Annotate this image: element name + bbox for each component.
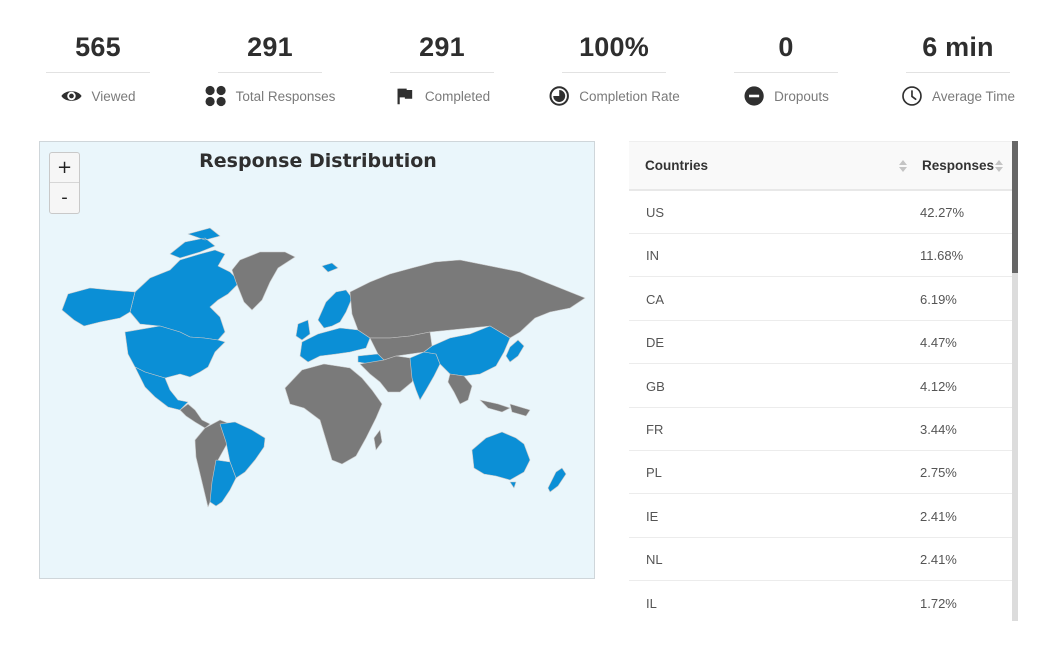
region-iceland[interactable] [321,262,339,273]
responses-cell: 6.19% [920,291,957,307]
table-row[interactable]: CA 6.19% [629,278,1012,321]
responses-cell: 42.27% [920,205,965,220]
zoom-controls: + - [49,152,80,214]
stat-label: Viewed [91,88,136,104]
table-row[interactable]: IN 11.68% [629,234,1012,278]
region-greenland[interactable] [231,251,296,311]
country-cell: NL [646,552,663,568]
stat-divider [734,72,838,73]
responses-cell: 1.72% [920,595,957,611]
stat-value: 0 [778,32,794,62]
region-australia[interactable] [471,431,531,481]
stat-divider [218,72,322,73]
pie-progress-icon [548,85,570,107]
region-tasmania[interactable] [509,481,517,489]
sort-icon[interactable] [899,160,907,172]
stat-value: 565 [75,32,121,62]
region-africa[interactable] [284,363,383,465]
stat-divider [562,72,666,73]
table-row[interactable]: IL 1.72% [629,582,1012,621]
region-madagascar[interactable] [373,429,383,451]
table-row[interactable]: FR 3.44% [629,408,1012,451]
stat-viewed: 565 Viewed [46,28,150,104]
region-canada[interactable] [129,249,241,341]
responses-cell: 11.68% [920,248,964,264]
response-distribution-map[interactable]: Response Distribution + - [39,141,595,579]
country-cell: FR [646,422,664,437]
stat-label: Completion Rate [579,88,680,104]
responses-cell: 2.75% [920,465,957,481]
region-uk-ireland[interactable] [295,319,311,341]
region-new-zealand[interactable] [547,467,567,493]
stat-divider [46,72,150,73]
stat-completion-rate: 100% Completion Rate [549,28,680,106]
table-row[interactable]: IE 2.41% [629,495,1012,538]
stat-value: 291 [247,32,293,62]
minus-circle-icon [743,85,765,107]
table-row[interactable]: PL 2.75% [629,451,1012,495]
stat-value: 291 [419,32,465,62]
countries-table: Countries Responses US 42.27% IN 11.68% CA 6.… [629,141,1018,621]
table-row[interactable]: GB 4.12% [629,365,1012,408]
stat-total-responses: 291 Total Responses [205,28,335,107]
region-southeast-asia[interactable] [447,373,531,417]
column-header-countries[interactable]: Countries [645,142,915,190]
country-cell: IE [646,508,659,524]
stat-label: Total Responses [235,88,336,104]
region-russia[interactable] [349,259,586,339]
zoom-out-button[interactable]: - [50,183,79,213]
region-central-america[interactable] [179,403,211,429]
table-header: Countries Responses [629,141,1012,191]
responses-cell: 2.41% [920,508,957,524]
column-header-responses[interactable]: Responses [922,142,1002,190]
country-cell: PL [646,465,662,481]
grid-dots-icon [205,85,227,107]
country-cell: DE [646,335,665,351]
stat-completed: 291 Completed [390,28,494,105]
stats-bar: 565 Viewed 291 Total Responses 291 Compl… [0,28,1045,118]
stat-divider [390,72,494,73]
table-row[interactable]: NL 2.41% [629,538,1012,582]
region-alaska[interactable] [61,287,136,327]
stat-dropouts: 0 Dropouts [734,28,838,106]
region-scandinavia[interactable] [317,289,353,329]
table-row[interactable]: DE 4.47% [629,321,1012,365]
stat-divider [906,72,1010,73]
country-cell: CA [646,291,665,307]
country-cell: US [646,205,665,220]
table-row[interactable]: US 42.27% [629,191,1012,234]
eye-icon [60,85,82,107]
flag-icon [394,85,416,107]
zoom-in-button[interactable]: + [50,153,79,183]
stat-average-time: 6 min Average Time [902,28,1015,106]
responses-cell: 2.41% [920,552,957,568]
stat-value: 100% [579,32,649,62]
responses-cell: 4.12% [920,378,957,394]
stat-value: 6 min [922,32,994,62]
country-cell: GB [646,378,665,394]
world-map[interactable] [40,142,595,579]
country-cell: IN [646,248,659,264]
sort-icon[interactable] [995,160,1003,172]
region-india[interactable] [409,351,441,401]
scrollbar-thumb[interactable] [1012,141,1018,273]
responses-cell: 4.47% [920,335,957,351]
clock-icon [901,85,923,107]
stat-label: Dropouts [774,88,829,104]
country-cell: IL [646,595,657,611]
region-japan-korea[interactable] [505,339,525,363]
responses-cell: 3.44% [920,422,957,437]
map-title: Response Distribution [199,150,437,172]
stat-label: Average Time [931,88,1016,104]
stat-label: Completed [424,88,491,104]
